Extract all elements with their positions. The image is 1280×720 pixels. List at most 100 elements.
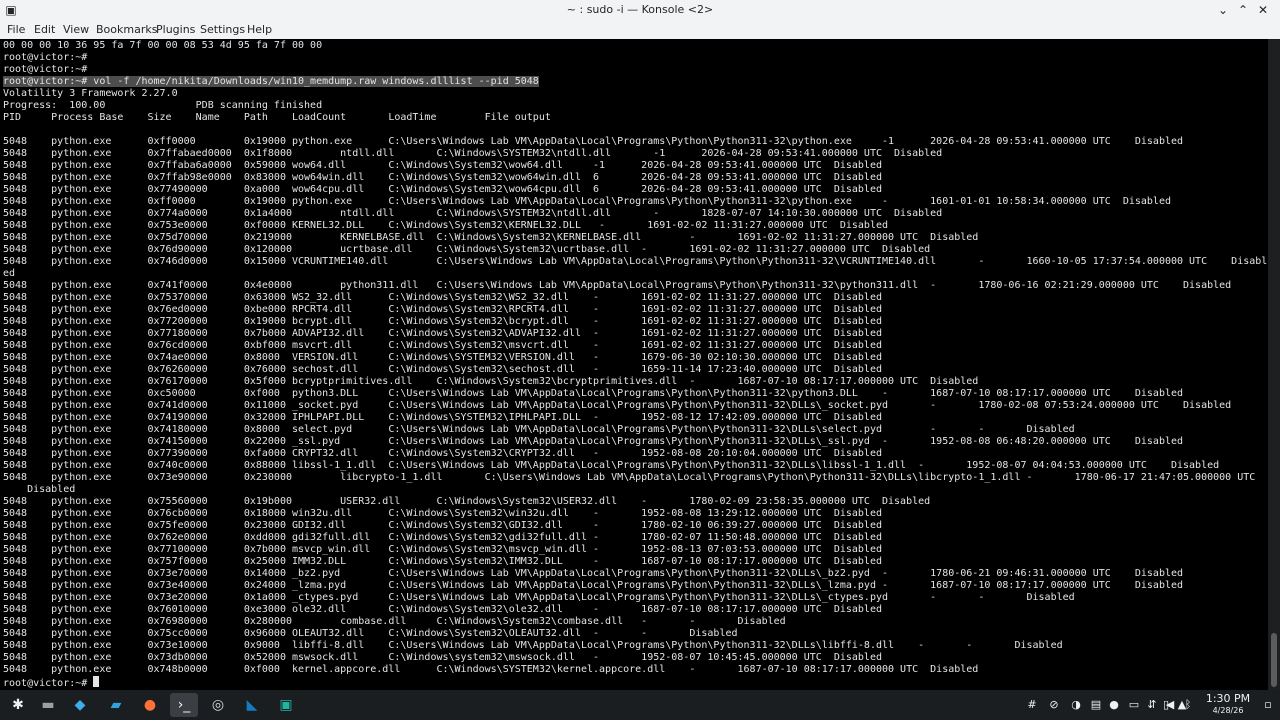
terminal-line: 5048 python.exe 0x762e0000 0xdd000 gdi32… [3,532,882,543]
clock-time[interactable]: 1:30 PM [1200,692,1256,705]
konsole-button[interactable]: ›_ [170,693,198,717]
terminal-line: 5048 python.exe 0x7ffabaed0000 0x1f8000 … [3,148,943,159]
text-cursor [93,676,100,687]
terminal-line: 5048 python.exe 0x741d0000 0x11000 _sock… [3,400,1232,411]
terminal-line: Progress: 100.00 PDB scanning finished [3,100,323,111]
terminal-line: 5048 python.exe 0x7ffab98e0000 0x83000 w… [3,172,882,183]
tray-display-icon[interactable]: ▭ [1126,697,1142,713]
terminal-line: 5048 python.exe 0x74180000 0x8000 select… [3,424,1075,435]
clock-date[interactable]: 4/28/26 [1200,706,1256,715]
show-desktop-icon[interactable]: ▫ [1260,697,1276,713]
terminal-line: 5048 python.exe 0x73e90000 0x230000 libc… [3,472,1256,483]
wireshark-icon: ◣ [246,697,258,713]
terminal-line: 5048 python.exe 0xc50000 0xf000 python3.… [3,388,1184,399]
menu-help[interactable]: Help [247,23,272,36]
terminal-line: root@victor:~# [3,52,88,63]
scrollbar-thumb[interactable] [1271,633,1277,687]
dolphin-button[interactable]: ▰ [102,693,130,717]
terminal-line: 5048 python.exe 0x77390000 0xfa000 CRYPT… [3,448,882,459]
terminal-line: 5048 python.exe 0x73db0000 0x52000 mswso… [3,652,882,663]
terminal-line: 5048 python.exe 0x75560000 0x19b000 USER… [3,496,931,507]
terminal-line: 5048 python.exe 0x75cc0000 0x96000 OLEAU… [3,628,738,639]
terminal-line: 5048 python.exe 0x73e40000 0x24000 _lzma… [3,580,1184,591]
terminal-line: 5048 python.exe 0x77180000 0x7b000 ADVAP… [3,328,882,339]
tray-network-icon[interactable]: ◑ [1068,697,1084,713]
virtualbox-button[interactable]: ◎ [204,693,232,717]
menu-file[interactable]: File [7,23,25,36]
firefox-button[interactable]: ● [136,693,164,717]
window-title: ~ : sudo -i — Konsole <2> [566,3,714,16]
terminal-line: 5048 python.exe 0x73e70000 0x14000 _bz2.… [3,568,1184,579]
application-launcher-icon: ✱ [12,697,24,713]
menu-edit[interactable]: Edit [34,23,55,36]
terminal-line: PID Process Base Size Name Path LoadCoun… [3,112,551,123]
terminal-line: 5048 python.exe 0x77490000 0xa000 wow64c… [3,184,882,195]
terminal-line: 5048 python.exe 0x74150000 0x22000 _ssl.… [3,436,1184,447]
close-icon[interactable]: ✕ [1256,3,1270,17]
virtualbox-icon: ◎ [211,697,225,713]
tray-hash-icon[interactable]: # [1024,697,1040,713]
terminal-prompt-line[interactable]: root@victor:~# [3,676,100,689]
menu-settings[interactable]: Settings [200,23,245,36]
monitor-icon: ▣ [279,697,293,713]
terminal-line: root@victor:~# vol -f /home/nikita/Downl… [3,76,539,88]
terminal-line: 5048 python.exe 0x75fe0000 0x23000 GDI32… [3,520,882,531]
wireshark-button[interactable]: ◣ [238,693,266,717]
terminal-line: 5048 python.exe 0x74ae0000 0x8000 VERSIO… [3,352,882,363]
discover-button[interactable]: ◆ [66,693,94,717]
terminal-line: 5048 python.exe 0x746d0000 0x15000 VCRUN… [3,256,1268,267]
application-launcher-button[interactable]: ✱ [4,693,32,717]
monitor-button[interactable]: ▣ [272,693,300,717]
terminal-line: 5048 python.exe 0x77100000 0x7b000 msvcp… [3,544,882,555]
taskbar: 1:30 PM 4/28/26 ▫ ✱ ▬ ◆ ▰ ● ›_ ◎ ◣ ▣ # ⊘ ◑ ▤ ● ▭ ⇵ ◀ ᛒ ▯ ▲ [0,690,1280,720]
terminal-line: Disabled [3,484,76,495]
terminal-scrollbar[interactable] [1268,39,1280,690]
pager-icon: ▬ [41,697,55,713]
menu-bar: File Edit View Bookmarks Plugins Setting… [0,20,1280,39]
terminal-line: 00 00 00 10 36 95 fa 7f 00 00 08 53 4d 9… [3,40,323,51]
shell-prompt: root@victor:~# [3,678,94,689]
terminal-line: 5048 python.exe 0x75d70000 0x219000 KERN… [3,232,979,243]
terminal-line: 5048 python.exe 0x74190000 0x32000 IPHLP… [3,412,882,423]
menu-view[interactable]: View [63,23,89,36]
terminal-line: 5048 python.exe 0x748b0000 0xf000 kernel… [3,664,979,675]
menu-plugins[interactable]: Plugins [156,23,195,36]
terminal-line: 5048 python.exe 0x76980000 0x280000 comb… [3,616,786,627]
terminal-line: root@victor:~# [3,64,88,75]
terminal-line: 5048 python.exe 0x7ffaba6a0000 0x59000 w… [3,160,882,171]
tray-updates-icon[interactable]: ● [1106,697,1122,713]
terminal-line: 5048 python.exe 0x76010000 0xe3000 ole32… [3,604,882,615]
terminal-output[interactable]: 00 00 00 10 36 95 fa 7f 00 00 08 53 4d 9… [0,39,1268,690]
konsole-icon: ›_ [177,697,191,713]
terminal-line: 5048 python.exe 0x76cd0000 0xbf000 msvcr… [3,340,882,351]
terminal-line: 5048 python.exe 0x753e0000 0xf0000 KERNE… [3,220,889,231]
terminal-line: 5048 python.exe 0x740c0000 0x88000 libss… [3,460,1220,471]
terminal-line: 5048 python.exe 0x76ed0000 0xbe000 RPCRT… [3,304,882,315]
menu-bookmarks[interactable]: Bookmarks [96,23,157,36]
terminal-line: 5048 python.exe 0x76cb0000 0x18000 win32… [3,508,882,519]
maximize-icon[interactable]: ⌃ [1236,3,1250,17]
terminal-line: ed [3,268,16,279]
tray-clipboard-icon[interactable]: ▤ [1088,697,1104,713]
terminal-line: 5048 python.exe 0x757f0000 0x25000 IMM32… [3,556,882,567]
minimize-icon[interactable]: ⌄ [1216,3,1230,17]
dolphin-icon: ▰ [110,697,122,713]
tray-expand-icon[interactable]: ▲ [1174,697,1190,713]
pager-button[interactable]: ▬ [34,693,62,717]
terminal-line: 5048 python.exe 0x741f0000 0x4e0000 pyth… [3,280,1232,291]
window-titlebar[interactable]: ▣ ~ : sudo -i — Konsole <2> ⌄ ⌃ ✕ [0,0,1280,20]
terminal-line: 5048 python.exe 0x73e20000 0x1a000 _ctyp… [3,592,1075,603]
terminal-line: 5048 python.exe 0x774a0000 0x1a4000 ntdl… [3,208,943,219]
terminal-line: 5048 python.exe 0xff0000 0x19000 python.… [3,196,1171,207]
tray-blocked-icon[interactable]: ⊘ [1046,697,1062,713]
terminal-line: 5048 python.exe 0x75370000 0x63000 WS2_3… [3,292,882,303]
discover-icon: ◆ [74,697,86,713]
terminal-line: 5048 python.exe 0x76260000 0x76000 secho… [3,364,882,375]
terminal-line: 5048 python.exe 0x77200000 0x19000 bcryp… [3,316,882,327]
tray-battery-icon[interactable]: ▯ [1158,697,1174,713]
terminal-line: 5048 python.exe 0x76d90000 0x120000 ucrt… [3,244,931,255]
firefox-icon: ● [143,697,157,713]
terminal-line: Volatility 3 Framework 2.27.0 [3,88,178,99]
terminal-line: 5048 python.exe 0x76170000 0x5f000 bcryp… [3,376,979,387]
terminal-line: 5048 python.exe 0xff0000 0x19000 python.… [3,136,1184,147]
